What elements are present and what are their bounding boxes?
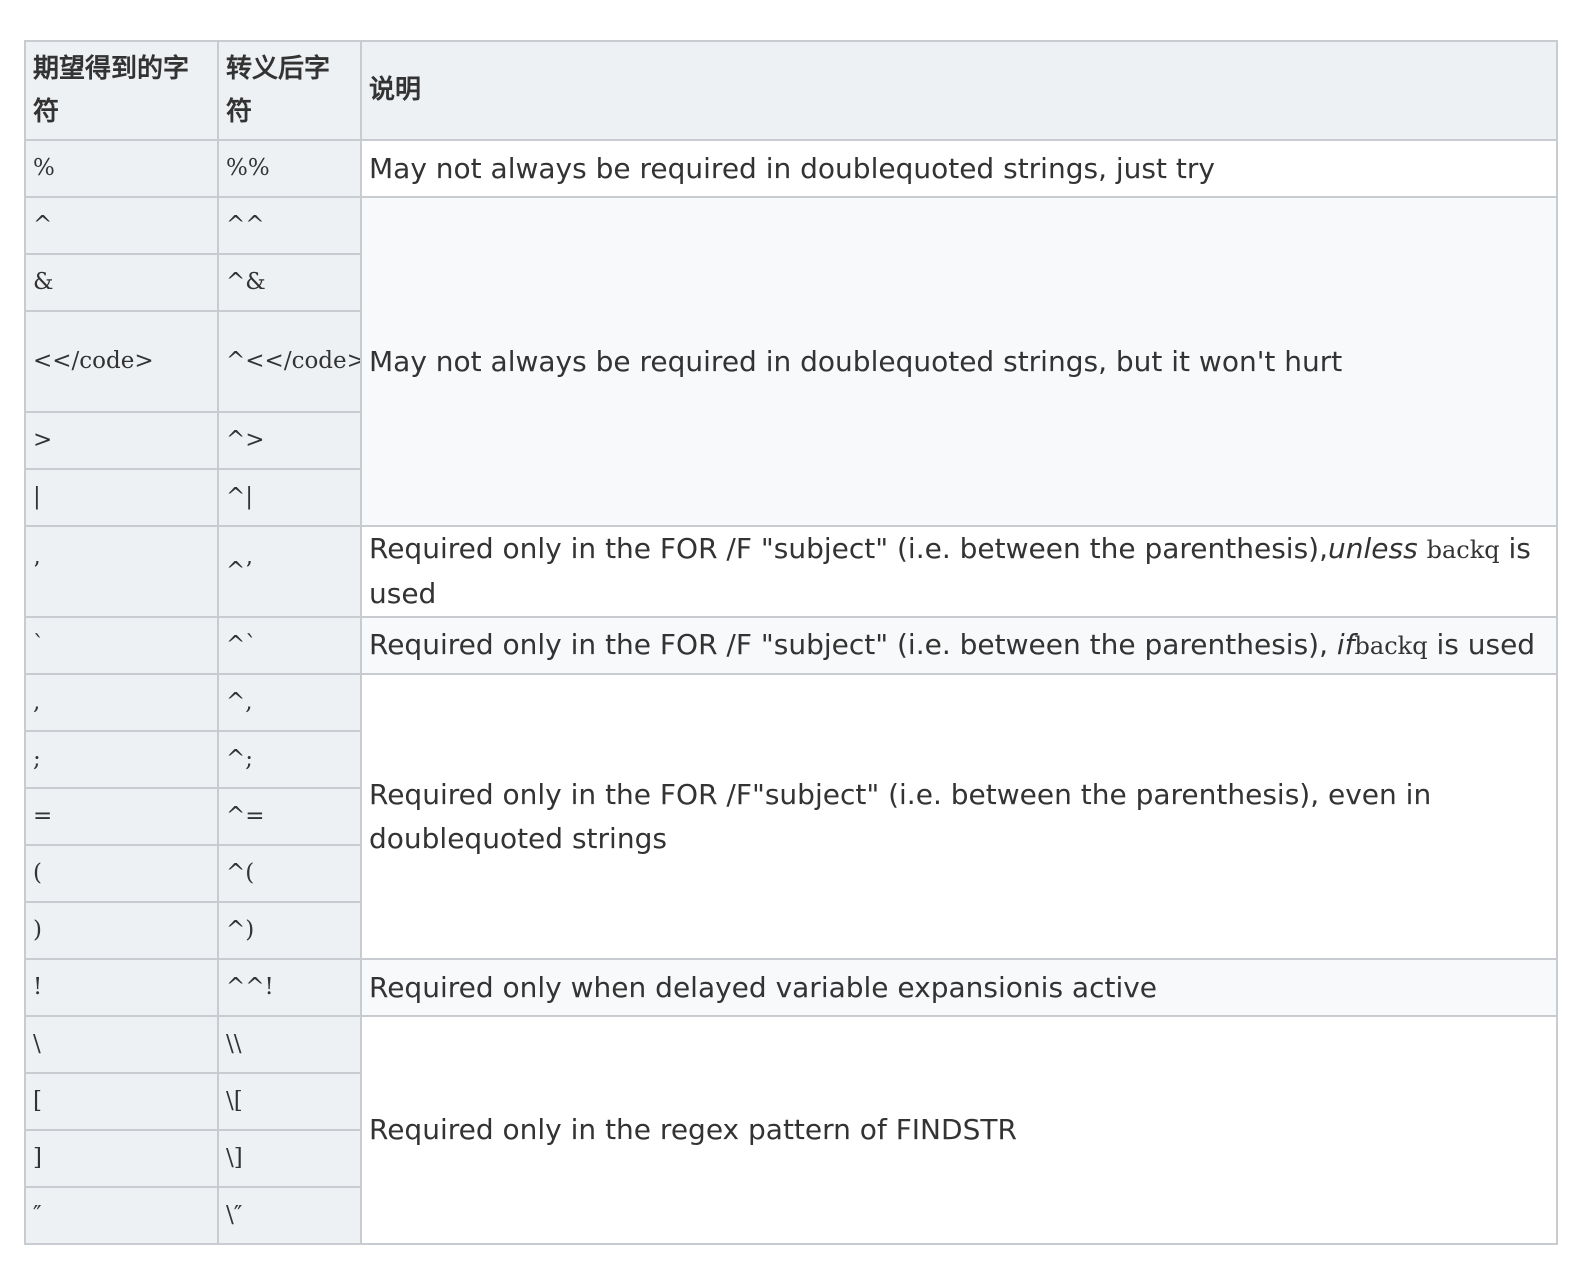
escaped-cell: ^^ — [217, 196, 362, 255]
char-cell: , — [24, 673, 219, 732]
table-row: , ^, Required only in the FOR /F"subject… — [24, 673, 1558, 960]
char-cell: | — [24, 468, 219, 527]
description-code: backq — [1354, 632, 1428, 660]
escaped-cell: \] — [217, 1129, 362, 1188]
char-cell: & — [24, 253, 219, 312]
char-cell: ) — [24, 901, 219, 960]
description-cell: Required only in the FOR /F "subject" (i… — [360, 525, 1558, 618]
description-text: Required only in the FOR /F "subject" (i… — [369, 532, 1328, 565]
description-cell: Required only when delayed variable expa… — [360, 958, 1558, 1017]
description-cell: May not always be required in doublequot… — [360, 139, 1558, 198]
char-cell: ^ — [24, 196, 219, 255]
table-row: \ \\ Required only in the regex pattern … — [24, 1015, 1558, 1245]
description-emphasis: unless — [1328, 532, 1418, 565]
escaped-cell: \\ — [217, 1015, 362, 1074]
table-row: ` ^` Required only in the FOR /F "subjec… — [24, 616, 1558, 675]
table-row: ^ ^^ May not always be required in doubl… — [24, 196, 1558, 527]
char-cell: ! — [24, 958, 219, 1017]
escape-characters-table: 期望得到的字符 转义后字符 说明 % %% May not always be … — [24, 40, 1558, 1245]
char-cell: % — [24, 139, 219, 198]
char-cell: = — [24, 787, 219, 846]
char-cell: > — [24, 411, 219, 470]
description-text: is used — [1427, 628, 1536, 661]
description-cell: Required only in the regex pattern of FI… — [360, 1015, 1558, 1245]
header-escaped-char: 转义后字符 — [217, 40, 362, 141]
char-cell: ` — [24, 616, 219, 675]
escaped-cell: ^) — [217, 901, 362, 960]
char-cell: ″ — [24, 1186, 219, 1245]
char-cell: ( — [24, 844, 219, 903]
escaped-cell: ^; — [217, 730, 362, 789]
table-row: ’ ^’ Required only in the FOR /F "subjec… — [24, 525, 1558, 618]
escaped-cell: ^| — [217, 468, 362, 527]
table-row: ! ^^! Required only when delayed variabl… — [24, 958, 1558, 1017]
description-cell: Required only in the FOR /F "subject" (i… — [360, 616, 1558, 675]
escaped-cell: \[ — [217, 1072, 362, 1131]
description-cell: Required only in the FOR /F"subject" (i.… — [360, 673, 1558, 960]
table-row: % %% May not always be required in doubl… — [24, 139, 1558, 198]
description-cell: May not always be required in doublequot… — [360, 196, 1558, 527]
escaped-cell: ^’ — [217, 525, 362, 618]
escaped-cell: ^& — [217, 253, 362, 312]
header-description: 说明 — [360, 40, 1558, 141]
char-cell: ’ — [24, 525, 219, 618]
header-expected-char: 期望得到的字符 — [24, 40, 219, 141]
char-cell: ] — [24, 1129, 219, 1188]
escaped-cell: \″ — [217, 1186, 362, 1245]
escaped-cell: %% — [217, 139, 362, 198]
table-header-row: 期望得到的字符 转义后字符 说明 — [24, 40, 1558, 141]
description-code: backq — [1426, 536, 1500, 564]
escaped-cell: ^> — [217, 411, 362, 470]
description-text: Required only in the FOR /F "subject" (i… — [369, 628, 1337, 661]
escaped-cell: ^= — [217, 787, 362, 846]
escaped-cell: ^( — [217, 844, 362, 903]
char-cell: <</code> — [24, 310, 219, 413]
escaped-cell: ^<</code> — [217, 310, 362, 413]
escaped-cell: ^, — [217, 673, 362, 732]
char-cell: ; — [24, 730, 219, 789]
escaped-cell: ^` — [217, 616, 362, 675]
char-cell: \ — [24, 1015, 219, 1074]
escaped-cell: ^^! — [217, 958, 362, 1017]
description-emphasis: if — [1336, 628, 1355, 661]
char-cell: [ — [24, 1072, 219, 1131]
